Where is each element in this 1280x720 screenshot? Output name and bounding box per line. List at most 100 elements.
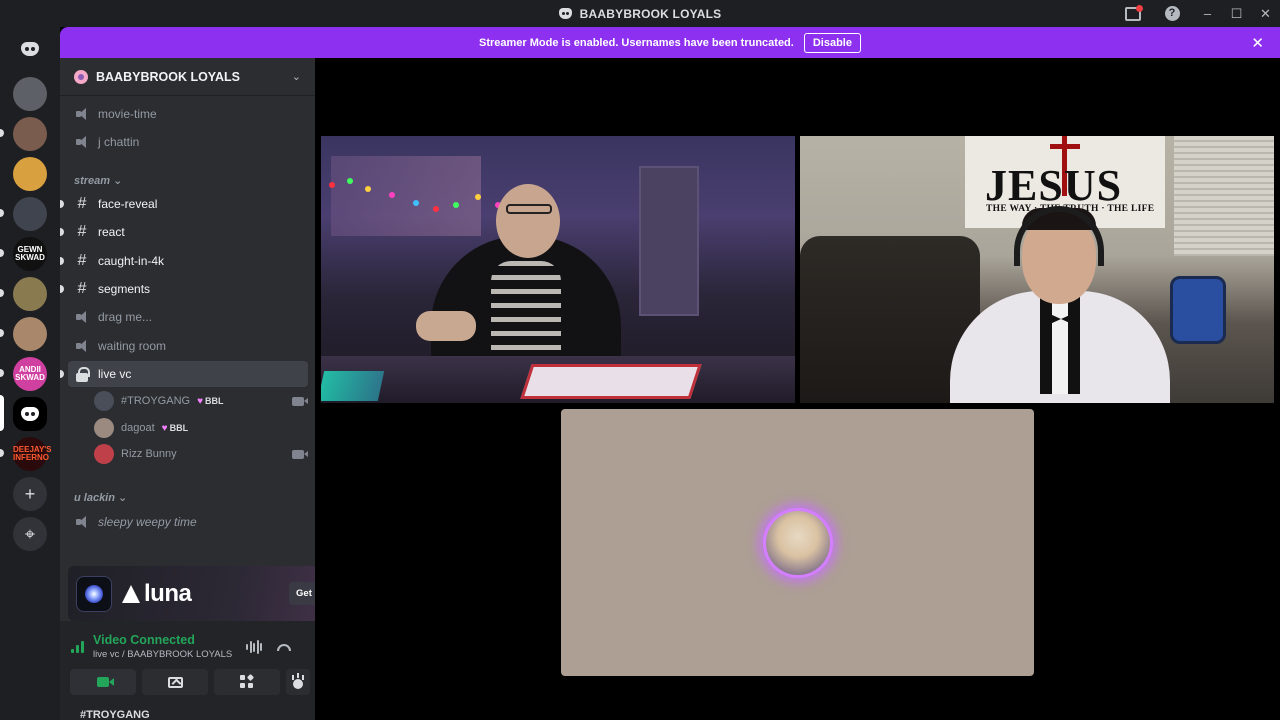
server-5-label: GEWN SKWAD [15, 245, 45, 262]
voice-user-troygang[interactable]: #TROYGANG ♥ BBL [94, 389, 308, 413]
server-icon-7[interactable] [13, 317, 47, 351]
soundboard-button[interactable] [286, 669, 310, 695]
server-icon-3[interactable] [13, 157, 47, 191]
lock-icon [74, 367, 90, 382]
channel-drag-me[interactable]: drag me... [68, 304, 308, 330]
user-panel-name[interactable]: #TROYGANG [80, 709, 150, 720]
channel-label: react [98, 225, 125, 239]
bbl-badge: ♥ BBL [197, 396, 223, 407]
channel-sleepy-weepy-time[interactable]: sleepy weepy time [68, 509, 308, 535]
hang-up-icon [277, 643, 291, 651]
server-rail: GEWN SKWAD ANDII SKWAD DEEJAY'S INFERNO … [0, 27, 60, 720]
guild-badge-icon [74, 69, 88, 84]
skeleton-print [491, 261, 561, 371]
unread-pip [0, 449, 4, 457]
soundboard-icon [291, 673, 305, 689]
voice-user-rizz-bunny[interactable]: Rizz Bunny [94, 442, 308, 466]
unread-pip [0, 249, 4, 257]
channel-live-vc[interactable]: live vc [60, 361, 308, 387]
unread-pip [0, 129, 4, 137]
channel-sidebar: BAABYBROOK LOYALS ⌄ movie-time j chattin… [60, 58, 367, 720]
hash-icon: # [77, 252, 87, 269]
server-icon-1[interactable] [13, 77, 47, 111]
unread-indicator [60, 257, 64, 265]
cross-bar [1050, 144, 1080, 149]
unread-indicator [60, 228, 64, 236]
voice-status-title[interactable]: Video Connected [93, 633, 232, 647]
unread-indicator [60, 370, 64, 378]
glasses [506, 204, 552, 214]
channel-movie-time[interactable]: movie-time [68, 101, 308, 127]
star-icon [85, 584, 103, 603]
noise-suppression-button[interactable] [244, 639, 264, 655]
channel-caught-in-4k[interactable]: # caught-in-4k [60, 248, 308, 274]
voice-status: Video Connected live vc / BAABYBROOK LOY… [71, 633, 232, 660]
hash-icon: # [77, 223, 87, 240]
server-icon-4[interactable] [13, 197, 47, 231]
badge-label: BBL [169, 423, 189, 433]
unread-pip [0, 369, 4, 377]
video-tile-2[interactable]: JESUS THE WAY · THE TRUTH · THE LIFE [800, 136, 1274, 403]
window-title-text: BAABYBROOK LOYALS [579, 6, 722, 21]
channel-react[interactable]: # react [60, 219, 308, 245]
active-server-indicator [0, 395, 4, 431]
inbox-icon [1125, 4, 1143, 21]
home-button[interactable] [13, 32, 47, 66]
title-bar: BAABYBROOK LOYALS ? – ☐ ✕ [0, 0, 1280, 27]
disable-button[interactable]: Disable [803, 32, 861, 53]
activities-icon [240, 673, 255, 689]
speaker-icon [74, 339, 90, 353]
channel-segments[interactable]: # segments [60, 276, 308, 302]
audio-tile-3[interactable] [561, 409, 1034, 676]
avatar [765, 510, 830, 575]
video-tile-1[interactable] [321, 136, 795, 403]
speaking-avatar-ring [762, 507, 833, 578]
screen-share-button[interactable] [142, 669, 208, 695]
server-icon-5[interactable]: GEWN SKWAD [13, 237, 47, 271]
channel-waiting-room[interactable]: waiting room [68, 333, 308, 359]
close-window-button[interactable]: ✕ [1251, 0, 1280, 27]
server-icon-10[interactable]: DEEJAY'S INFERNO [13, 437, 52, 471]
server-8-label: ANDII SKWAD [15, 365, 45, 382]
add-server-button[interactable]: + [13, 477, 47, 511]
channel-label: face-reveal [98, 197, 158, 211]
disconnect-button[interactable] [274, 639, 294, 655]
minimize-button[interactable]: – [1193, 0, 1222, 27]
server-icon-8[interactable]: ANDII SKWAD [13, 357, 47, 391]
server-icon-6[interactable] [13, 277, 47, 311]
category-u-lackin[interactable]: u lackin ⌄ [74, 491, 127, 504]
explore-button[interactable]: ⌖ [13, 517, 47, 551]
tuxedo [1040, 294, 1080, 394]
window-controls: ? – ☐ ✕ [1115, 0, 1280, 27]
window-blinds [1174, 136, 1274, 256]
channel-label: caught-in-4k [98, 254, 165, 268]
voice-location[interactable]: live vc / BAABYBROOK LOYALS [93, 649, 232, 660]
channel-label: live vc [98, 367, 132, 381]
close-icon[interactable]: ✕ [1251, 34, 1264, 52]
unread-pip [0, 209, 4, 217]
hands [416, 311, 476, 341]
heart-icon: ♥ [161, 422, 168, 434]
channel-label: waiting room [98, 339, 167, 353]
door [639, 166, 699, 316]
screen-share-icon [167, 676, 183, 688]
tablet [520, 364, 702, 399]
activities-button[interactable] [214, 669, 280, 695]
guild-header[interactable]: BAABYBROOK LOYALS ⌄ [60, 58, 315, 96]
voice-connection-panel: Video Connected live vc / BAABYBROOK LOY… [60, 621, 315, 720]
inbox-button[interactable] [1115, 0, 1151, 27]
unread-pip [0, 329, 4, 337]
server-icon-2[interactable] [13, 117, 47, 151]
channel-face-reveal[interactable]: # face-reveal [60, 191, 308, 217]
camera-toggle-button[interactable] [70, 669, 136, 695]
voice-user-name: dagoat [121, 422, 155, 434]
server-icon-9-active[interactable] [13, 397, 47, 431]
speaker-icon [74, 107, 90, 121]
luna-logo-icon [76, 575, 112, 612]
help-button[interactable]: ? [1151, 0, 1193, 27]
channel-j-chattin[interactable]: j chattin [68, 129, 308, 155]
category-stream[interactable]: stream ⌄ [74, 174, 122, 187]
triangle-icon [122, 584, 140, 603]
maximize-button[interactable]: ☐ [1222, 0, 1251, 27]
voice-user-dagoat[interactable]: dagoat ♥ BBL [94, 416, 304, 440]
